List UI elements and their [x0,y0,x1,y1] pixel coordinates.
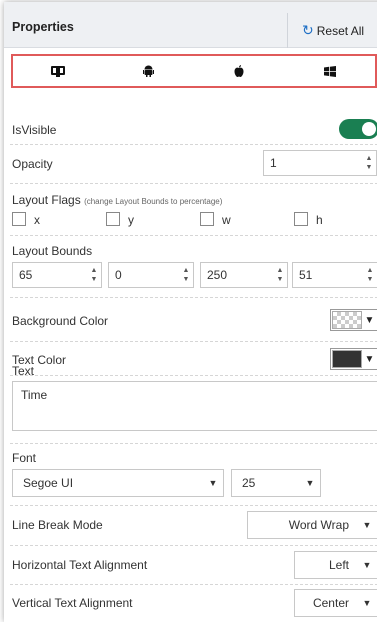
properties-panel: Properties ↻ Reset All IsVisible Opacity… [4,2,377,622]
flag-h-checkbox[interactable] [294,212,308,226]
toggle-knob [362,122,376,136]
chevron-down-icon: ▼ [364,353,375,365]
windows-icon [323,65,336,77]
text-input[interactable]: Time [12,381,377,431]
isvisible-toggle[interactable] [339,119,377,139]
vertical-alignment-value: Center [312,596,349,610]
opacity-stepper[interactable]: 1 ▲ ▼ [263,150,377,176]
flag-w-label: w [222,213,231,227]
bounds-h-stepper[interactable]: 51 ▲ ▼ [292,262,377,288]
stepper-arrows[interactable]: ▲ ▼ [362,151,376,175]
stepper-arrows[interactable]: ▲ ▼ [179,263,193,287]
line-break-mode-select[interactable]: Word Wrap ▼ [247,511,377,539]
chevron-down-icon: ▼ [362,598,372,608]
divider [10,235,377,236]
flag-x-checkbox[interactable] [12,212,26,226]
line-break-mode-value: Word Wrap [288,518,349,532]
flag-y-label: y [128,213,134,227]
flag-w-checkbox[interactable] [200,212,214,226]
tab-all-platforms[interactable] [13,56,104,86]
panel-title: Properties [12,20,74,34]
monitor-mobile-icon [51,65,66,77]
flag-x-label: x [34,213,40,227]
bounds-x-value: 65 [19,268,33,282]
chevron-down-icon: ▼ [364,314,375,326]
horizontal-alignment-select[interactable]: Left ▼ [294,551,377,579]
divider [10,584,377,585]
stepper-arrows[interactable]: ▲ ▼ [363,263,377,287]
divider [10,375,377,376]
bounds-y-stepper[interactable]: 0 ▲ ▼ [108,262,194,288]
bounds-w-stepper[interactable]: 250 ▲ ▼ [200,262,288,288]
horizontal-alignment-label: Horizontal Text Alignment [12,558,148,572]
font-label: Font [12,451,37,465]
text-color-picker[interactable]: ▼ [330,348,377,370]
font-size-value: 25 [242,476,256,490]
bounds-y-value: 0 [115,268,122,282]
font-size-select[interactable]: 25 ▼ [231,469,321,497]
stepper-arrows[interactable]: ▲ ▼ [273,263,287,287]
tab-android[interactable] [104,56,195,86]
text-label: Text [12,364,35,378]
divider [10,545,377,546]
chevron-down-icon: ▼ [362,520,372,530]
layout-bounds-label: Layout Bounds [12,244,93,258]
horizontal-alignment-value: Left [328,558,349,572]
divider [10,297,377,298]
chevron-down-icon: ▼ [208,478,218,488]
panel-header: Properties ↻ Reset All [4,2,377,48]
background-color-label: Background Color [12,314,109,328]
chevron-down-icon: ▼ [305,478,315,488]
reset-all-label: Reset All [316,23,365,38]
platform-tab-bar [11,54,377,88]
stepper-arrows[interactable]: ▲ ▼ [87,263,101,287]
vertical-alignment-label: Vertical Text Alignment [12,596,133,610]
font-family-select[interactable]: Segoe UI ▼ [12,469,224,497]
flag-h-label: h [316,213,323,227]
layout-flags-title: Layout Flags [12,193,81,207]
android-icon [143,65,155,77]
apple-icon [234,65,244,77]
chevron-down-icon: ▼ [362,560,372,570]
background-color-picker[interactable]: ▼ [330,309,377,331]
flag-y-checkbox[interactable] [106,212,120,226]
opacity-value: 1 [270,156,277,170]
tab-ios[interactable] [194,56,285,86]
reset-all-button[interactable]: ↻ Reset All [287,13,377,48]
layout-flags-label: Layout Flags (change Layout Bounds to pe… [12,193,222,207]
divider [10,443,377,444]
isvisible-label: IsVisible [12,123,57,137]
line-break-mode-label: Line Break Mode [12,518,103,532]
divider [10,505,377,506]
bounds-x-stepper[interactable]: 65 ▲ ▼ [12,262,102,288]
font-family-value: Segoe UI [23,476,74,490]
opacity-label: Opacity [12,157,53,171]
tab-windows[interactable] [285,56,376,86]
text-color-swatch [332,350,362,368]
divider [10,183,377,184]
refresh-icon: ↻ [302,22,314,38]
layout-flags-note: (change Layout Bounds to percentage) [84,197,223,206]
bounds-w-value: 250 [207,268,228,282]
bounds-h-value: 51 [299,268,313,282]
divider [10,341,377,342]
divider [10,144,377,145]
transparent-swatch [332,311,362,329]
vertical-alignment-select[interactable]: Center ▼ [294,589,377,617]
